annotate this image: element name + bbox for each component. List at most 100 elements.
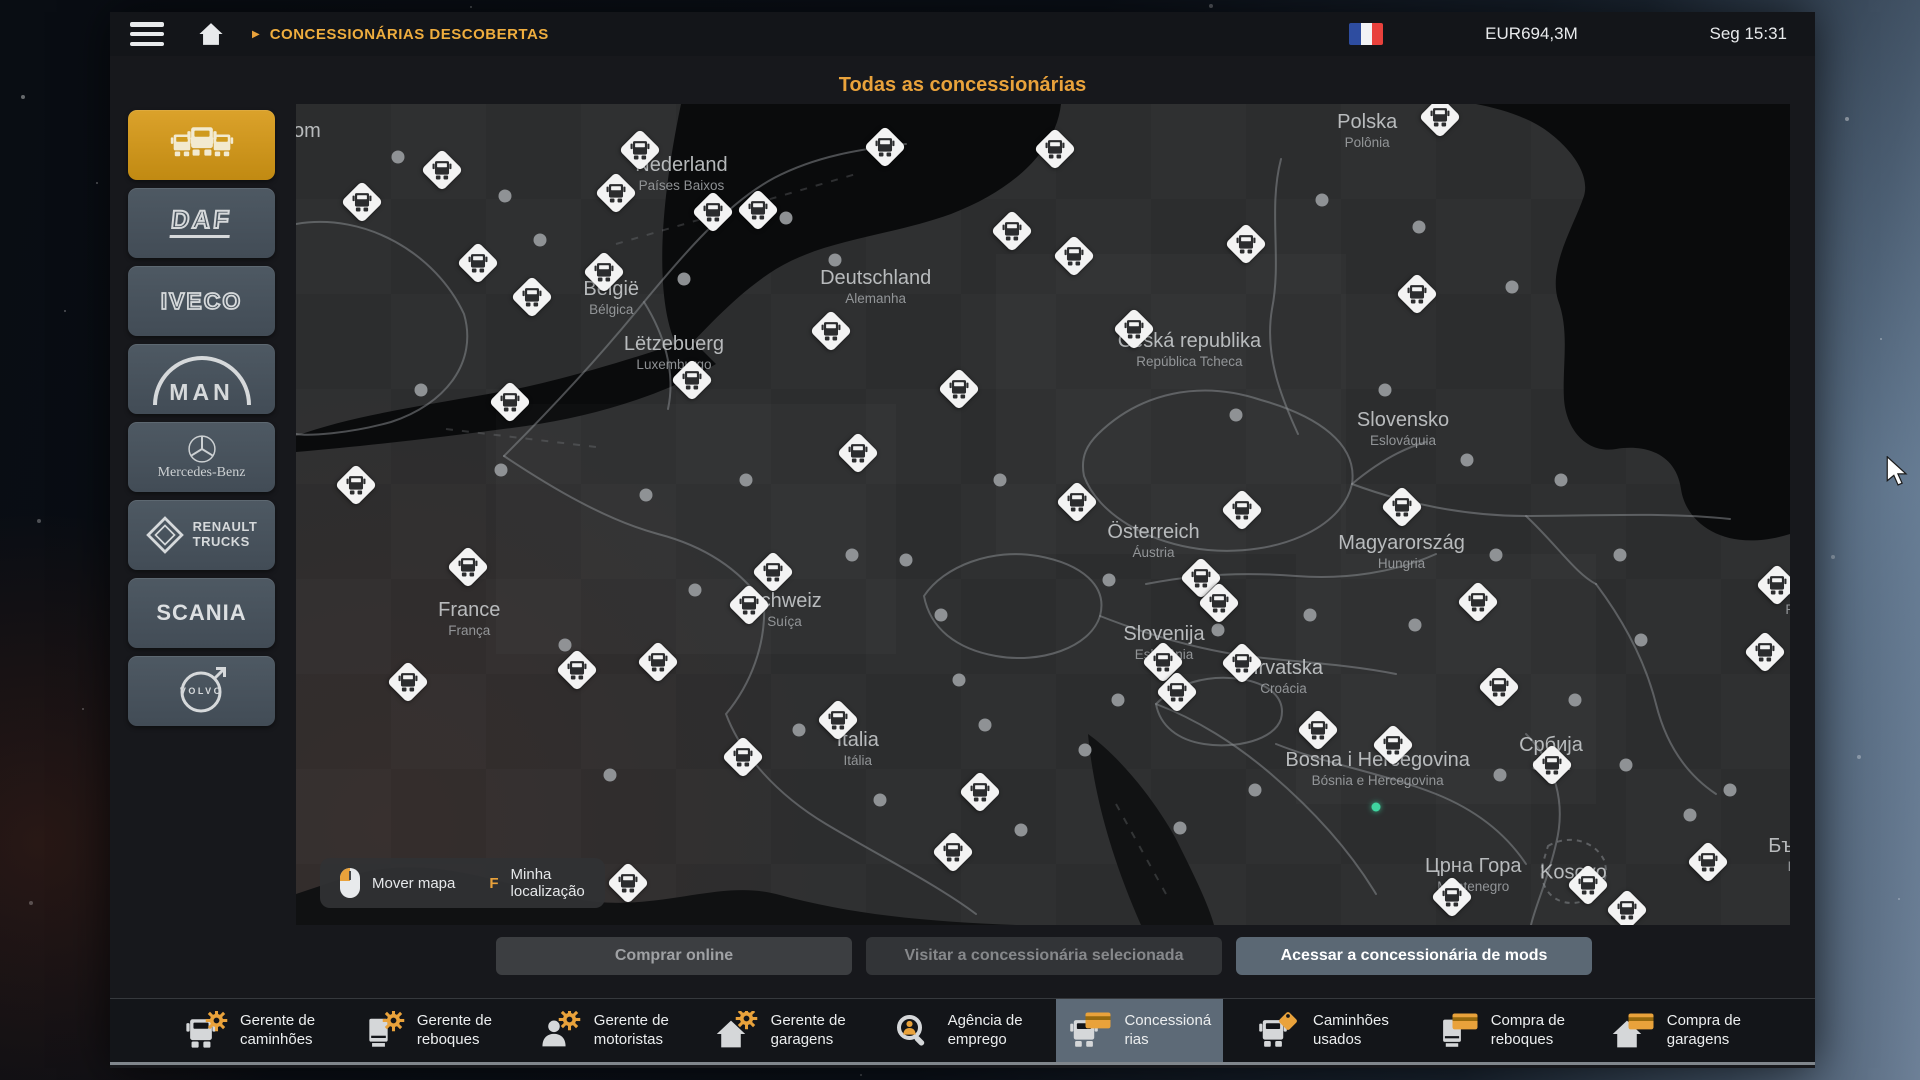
nav-item-dealers[interactable]: Concessioná rias [1056,999,1223,1062]
dealer-marker[interactable] [619,129,661,171]
dealer-truck-icon [1391,496,1413,518]
dealer-marker[interactable] [1687,841,1729,883]
dealer-truck-icon [827,709,849,731]
all-trucks-icon [167,122,237,168]
menu-button[interactable] [130,22,164,46]
dealer-marker[interactable] [489,381,531,423]
dealer-marker[interactable] [1221,489,1263,531]
dealer-marker[interactable] [1381,486,1423,528]
dealer-marker[interactable] [1053,235,1095,277]
dealer-marker[interactable] [1372,724,1414,766]
dealer-marker[interactable] [692,191,734,233]
buy-online-button[interactable]: Comprar online [496,937,852,975]
dealer-marker[interactable] [1034,128,1076,170]
dealer-truck-icon [747,199,769,221]
nav-item-label: Gerente de garagens [771,1012,846,1049]
dealer-marker[interactable] [447,546,489,588]
dealer-marker[interactable] [1431,876,1473,918]
nav-item-truck-manager[interactable]: Gerente de caminhões [172,999,327,1062]
dealer-marker[interactable] [864,126,906,168]
nav-item-label: Agência de emprego [948,1012,1023,1049]
dealer-marker[interactable] [938,368,980,410]
dealer-marker[interactable] [457,242,499,284]
dealer-marker[interactable] [959,771,1001,813]
brand-filter-renault-trucks[interactable]: RENAULT TRUCKS [128,500,275,570]
dealer-marker[interactable] [511,276,553,318]
dealer-marker[interactable] [387,661,429,703]
dealer-truck-icon [1467,591,1489,613]
dealer-marker[interactable] [556,649,598,691]
nav-item-label: Compra de reboques [1491,1012,1565,1049]
dealer-truck-icon [345,474,367,496]
dealer-marker[interactable] [1744,631,1786,673]
dealer-marker[interactable] [1396,273,1438,315]
nav-item-job-agency[interactable]: Agência de emprego [880,999,1035,1062]
nav-item-trailer-purchase[interactable]: Compra de reboques [1423,999,1577,1062]
dealer-marker[interactable] [421,149,463,191]
dealer-marker[interactable] [595,172,637,214]
dealer-marker[interactable] [1225,223,1267,265]
dealer-marker[interactable] [1531,744,1573,786]
dealer-truck-icon [762,561,784,583]
job-search-icon [892,1011,938,1051]
dealer-marker[interactable] [1198,582,1240,624]
dealer-truck-icon [702,201,724,223]
dealer-truck-icon [681,369,703,391]
dealer-truck-icon [1697,851,1719,873]
dealer-truck-icon [969,781,991,803]
nav-item-label: Concessioná rias [1124,1012,1211,1049]
nav-item-label: Gerente de caminhões [240,1012,315,1049]
dealer-marker[interactable] [837,432,879,474]
dealer-marker[interactable] [1297,709,1339,751]
dealer-marker[interactable] [1567,864,1609,906]
visit-selected-dealer-button[interactable]: Visitar a concessionária selecionada [866,937,1222,975]
dealer-marker[interactable] [810,310,852,352]
brand-filter-volvo[interactable]: VOLVO [128,656,275,726]
nav-item-garage-manager[interactable]: Gerente de garagens [703,999,858,1062]
dealer-truck-icon [431,159,453,181]
dealer-marker[interactable] [728,584,770,626]
dealer-truck-icon [1406,283,1428,305]
brand-filter-man[interactable]: MAN [128,344,275,414]
dealer-marker[interactable] [1457,581,1499,623]
brand-filter-iveco[interactable]: IVECO [128,266,275,336]
nav-item-trailer-manager[interactable]: Gerente de reboques [349,999,504,1062]
dealer-marker[interactable] [1478,666,1520,708]
dealer-marker[interactable] [1156,671,1198,713]
nav-item-garage-purchase[interactable]: Compra de garagens [1599,999,1753,1062]
dealer-marker[interactable] [737,189,779,231]
dealer-marker[interactable] [1756,564,1790,606]
dealer-marker[interactable] [722,736,764,778]
dealer-marker[interactable] [817,699,859,741]
dealer-marker[interactable] [932,831,974,873]
dealer-marker[interactable] [991,210,1033,252]
dealer-marker[interactable] [607,862,649,904]
nav-item-used-trucks[interactable]: Caminhões usados [1245,999,1401,1062]
brand-filter-all[interactable] [128,110,275,180]
dealer-truck-icon [1044,138,1066,160]
dealer-marker[interactable] [1606,889,1648,925]
dealer-marker[interactable] [341,181,383,223]
mercedes-logo: Mercedes-Benz [158,465,246,481]
dealer-marker[interactable] [671,359,713,401]
brand-filter-mercedes[interactable]: Mercedes-Benz [128,422,275,492]
dealer-truck-icon [521,286,543,308]
nav-item-driver-manager[interactable]: Gerente de motoristas [526,999,681,1062]
dealer-marker[interactable] [583,251,625,293]
iveco-logo: IVECO [161,288,243,315]
dealer-marker[interactable] [1113,308,1155,350]
brand-filter-scania[interactable]: SCANIA [128,578,275,648]
dealer-marker[interactable] [1056,481,1098,523]
brand-filter-daf[interactable]: DAF [128,188,275,258]
dealer-map[interactable]: United KingdomReino UnidoNederlandPaíses… [296,104,1790,925]
access-mod-dealer-button[interactable]: Acessar a concessionária de mods [1236,937,1592,975]
dealer-marker[interactable] [1221,642,1263,684]
mouse-icon [340,868,360,898]
home-button[interactable] [198,21,224,47]
truck-gear-icon [184,1011,230,1051]
dealer-marker[interactable] [335,464,377,506]
dealer-marker[interactable] [1419,104,1461,138]
action-buttons-row: Comprar online Visitar a concessionária … [496,937,1592,975]
dealer-truck-icon [1616,899,1638,921]
dealer-marker[interactable] [637,641,679,683]
